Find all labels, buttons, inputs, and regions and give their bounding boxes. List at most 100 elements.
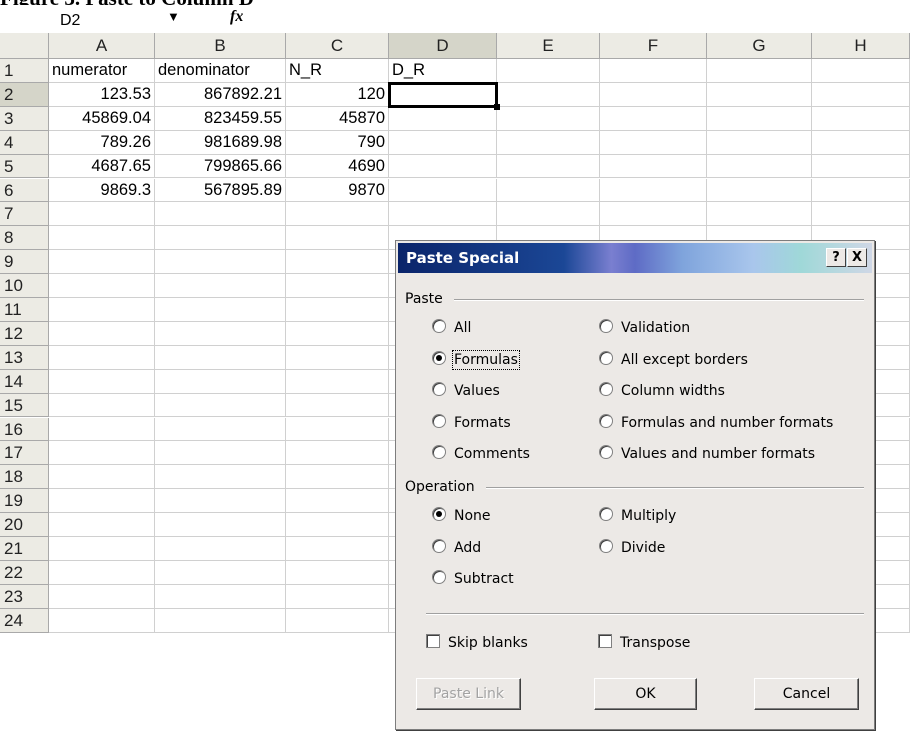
column-header-f[interactable]: F xyxy=(600,33,707,59)
cell-c24[interactable] xyxy=(286,608,389,633)
cell-b24[interactable] xyxy=(155,608,286,633)
cell-d4[interactable] xyxy=(389,130,497,155)
cell-e1[interactable] xyxy=(497,59,600,83)
cell-a12[interactable] xyxy=(49,321,155,346)
row-header-21[interactable]: 21 xyxy=(0,537,49,561)
cell-c3[interactable]: 45870 xyxy=(286,106,389,131)
cell-c6[interactable]: 9870 xyxy=(286,178,389,203)
cell-c1[interactable]: N_R xyxy=(286,59,389,83)
cell-g4[interactable] xyxy=(707,130,812,155)
cell-g6[interactable] xyxy=(707,178,812,203)
cell-a21[interactable] xyxy=(49,537,155,561)
row-header-13[interactable]: 13 xyxy=(0,345,49,370)
cell-a22[interactable] xyxy=(49,560,155,585)
row-header-2[interactable]: 2 xyxy=(0,82,49,107)
cell-b1[interactable]: denominator xyxy=(155,59,286,83)
cell-a20[interactable] xyxy=(49,513,155,537)
column-header-d[interactable]: D xyxy=(389,33,497,59)
cell-b16[interactable] xyxy=(155,417,286,442)
column-header-e[interactable]: E xyxy=(497,33,600,59)
cell-a2[interactable]: 123.53 xyxy=(49,82,155,107)
row-header-14[interactable]: 14 xyxy=(0,369,49,394)
cell-f2[interactable] xyxy=(600,82,707,107)
cell-a1[interactable]: numerator xyxy=(49,59,155,83)
cell-f1[interactable] xyxy=(600,59,707,83)
column-header-h[interactable]: H xyxy=(812,33,910,59)
paste-link-button[interactable]: Paste Link xyxy=(416,678,521,710)
cell-a4[interactable]: 789.26 xyxy=(49,130,155,155)
cancel-button[interactable]: Cancel xyxy=(754,678,859,710)
cell-f4[interactable] xyxy=(600,130,707,155)
radio-comments[interactable]: Comments xyxy=(432,445,530,462)
cell-a23[interactable] xyxy=(49,584,155,609)
cell-b20[interactable] xyxy=(155,513,286,537)
cell-b19[interactable] xyxy=(155,489,286,514)
cell-c22[interactable] xyxy=(286,560,389,585)
radio-formats[interactable]: Formats xyxy=(432,413,511,431)
radio-values-and-number-formats[interactable]: Values and number formats xyxy=(599,445,815,462)
cell-a19[interactable] xyxy=(49,489,155,514)
row-header-4[interactable]: 4 xyxy=(0,130,49,155)
row-header-15[interactable]: 15 xyxy=(0,393,49,418)
help-button[interactable]: ? xyxy=(826,248,846,267)
cell-b3[interactable]: 823459.55 xyxy=(155,106,286,131)
row-header-5[interactable]: 5 xyxy=(0,154,49,179)
cell-b12[interactable] xyxy=(155,321,286,346)
cell-d3[interactable] xyxy=(389,106,497,131)
cell-c16[interactable] xyxy=(286,417,389,442)
row-header-1[interactable]: 1 xyxy=(0,59,49,83)
transpose-checkbox[interactable]: Transpose xyxy=(598,634,690,651)
cell-c9[interactable] xyxy=(286,250,389,275)
column-header-b[interactable]: B xyxy=(155,33,286,59)
cell-c4[interactable]: 790 xyxy=(286,130,389,155)
cell-d7[interactable] xyxy=(389,202,497,227)
cell-a7[interactable] xyxy=(49,202,155,227)
cell-f6[interactable] xyxy=(600,178,707,203)
cell-b8[interactable] xyxy=(155,226,286,251)
radio-all-except-borders[interactable]: All except borders xyxy=(599,350,748,368)
cell-b17[interactable] xyxy=(155,441,286,466)
row-header-8[interactable]: 8 xyxy=(0,226,49,251)
cell-e3[interactable] xyxy=(497,106,600,131)
cell-a5[interactable]: 4687.65 xyxy=(49,154,155,179)
cell-b4[interactable]: 981689.98 xyxy=(155,130,286,155)
cell-c10[interactable] xyxy=(286,274,389,298)
ok-button[interactable]: OK xyxy=(594,678,697,710)
cell-b15[interactable] xyxy=(155,393,286,418)
row-header-3[interactable]: 3 xyxy=(0,106,49,131)
cell-c7[interactable] xyxy=(286,202,389,227)
radio-all[interactable]: All xyxy=(432,319,471,336)
row-header-18[interactable]: 18 xyxy=(0,465,49,490)
cell-b2[interactable]: 867892.21 xyxy=(155,82,286,107)
cell-h3[interactable] xyxy=(812,106,910,131)
cell-c5[interactable]: 4690 xyxy=(286,154,389,179)
cell-c23[interactable] xyxy=(286,584,389,609)
row-header-9[interactable]: 9 xyxy=(0,250,49,275)
cell-a15[interactable] xyxy=(49,393,155,418)
cell-b18[interactable] xyxy=(155,465,286,490)
skip-blanks-checkbox[interactable]: Skip blanks xyxy=(426,634,528,651)
cell-h6[interactable] xyxy=(812,178,910,203)
radio-divide[interactable]: Divide xyxy=(599,538,665,556)
cell-b6[interactable]: 567895.89 xyxy=(155,178,286,203)
cell-a6[interactable]: 9869.3 xyxy=(49,178,155,203)
radio-formulas-and-number-formats[interactable]: Formulas and number formats xyxy=(599,413,833,431)
cell-b21[interactable] xyxy=(155,537,286,561)
cell-c17[interactable] xyxy=(286,441,389,466)
cell-c11[interactable] xyxy=(286,298,389,322)
cell-c21[interactable] xyxy=(286,537,389,561)
row-header-10[interactable]: 10 xyxy=(0,274,49,298)
column-header-a[interactable]: A xyxy=(49,33,155,59)
cell-e6[interactable] xyxy=(497,178,600,203)
cell-h7[interactable] xyxy=(812,202,910,227)
cell-f3[interactable] xyxy=(600,106,707,131)
cell-a9[interactable] xyxy=(49,250,155,275)
cell-b5[interactable]: 799865.66 xyxy=(155,154,286,179)
cell-g2[interactable] xyxy=(707,82,812,107)
cell-g5[interactable] xyxy=(707,154,812,179)
radio-validation[interactable]: Validation xyxy=(599,319,690,336)
cell-e7[interactable] xyxy=(497,202,600,227)
cell-a16[interactable] xyxy=(49,417,155,442)
cell-b23[interactable] xyxy=(155,584,286,609)
row-header-12[interactable]: 12 xyxy=(0,321,49,346)
